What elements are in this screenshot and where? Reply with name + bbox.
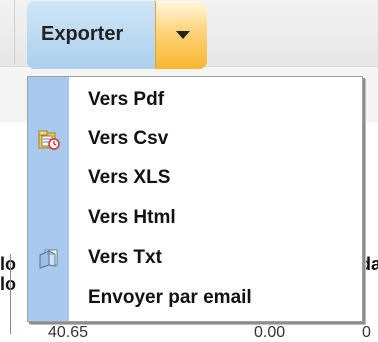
grid-value-3: 0 — [362, 324, 371, 341]
grid-left-label-2: lo — [0, 274, 16, 294]
menu-item-label: Vers Html — [88, 207, 176, 228]
toolbar-divider — [14, 0, 15, 66]
export-dropdown-menu: Vers Pdf Vers Csv Vers XLS Vers Html Ver… — [27, 76, 363, 322]
export-split-button[interactable]: Exporter — [27, 1, 207, 69]
menu-item-vers-txt[interactable]: Vers Txt — [28, 239, 362, 277]
grid-left-label-1: lo — [0, 254, 16, 274]
menu-item-label: Vers Csv — [88, 128, 169, 149]
export-dropdown-toggle[interactable] — [155, 1, 207, 69]
menu-item-vers-csv[interactable]: Vers Csv — [28, 120, 362, 158]
grid-value-1: 40.65 — [48, 324, 89, 341]
grid-value-2: 0.00 — [254, 324, 286, 341]
menu-item-label: Vers Txt — [88, 247, 162, 268]
menu-item-label: Vers XLS — [88, 167, 171, 188]
chevron-down-icon — [176, 31, 190, 39]
menu-item-label: Envoyer par email — [88, 287, 252, 308]
menu-item-vers-pdf[interactable]: Vers Pdf — [28, 81, 362, 119]
txt-export-icon — [38, 247, 60, 269]
export-button-label: Exporter — [41, 23, 124, 45]
export-button[interactable]: Exporter — [27, 1, 155, 69]
csv-export-icon — [38, 128, 60, 150]
menu-item-label: Vers Pdf — [88, 89, 165, 110]
menu-item-vers-xls[interactable]: Vers XLS — [28, 159, 362, 197]
grid-left-rule — [10, 254, 11, 334]
menu-item-envoyer-par-email[interactable]: Envoyer par email — [28, 279, 362, 317]
menu-item-vers-html[interactable]: Vers Html — [28, 199, 362, 237]
